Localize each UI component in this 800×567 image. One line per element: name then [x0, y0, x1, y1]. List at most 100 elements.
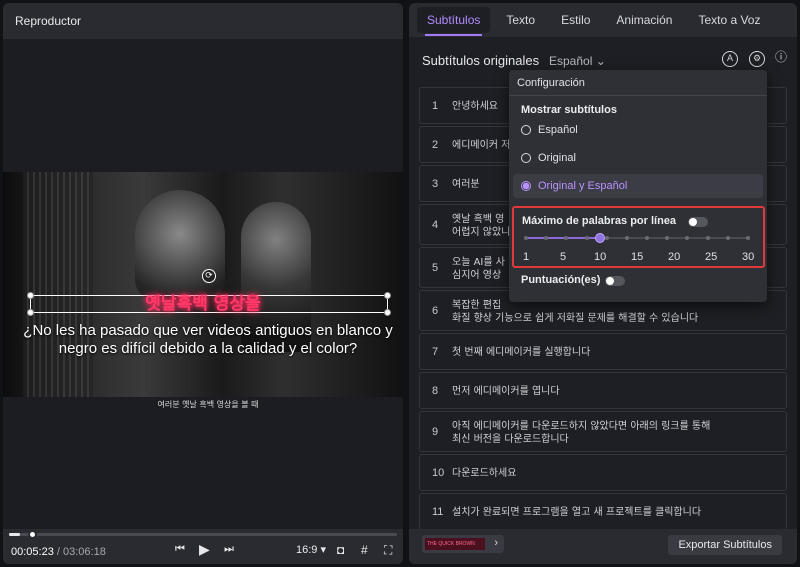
video-frame[interactable] [3, 172, 403, 397]
slider-tick [544, 236, 549, 240]
progress-fill [9, 533, 21, 536]
progress-knob[interactable] [28, 530, 38, 539]
subtitle-row-number: 4 [432, 219, 439, 231]
slider-tick-label: 20 [668, 251, 681, 263]
time-separator: / [53, 546, 63, 558]
subtitle-row[interactable]: 8 먼저 에디메이커를 엽니다 [419, 372, 787, 409]
resize-handle-top-right[interactable] [384, 292, 391, 299]
language-value: Español [549, 54, 593, 68]
progress-bar[interactable] [9, 530, 397, 539]
radio-option-original[interactable]: Original [513, 146, 763, 170]
resize-handle-bottom-left[interactable] [27, 309, 34, 316]
aspect-ratio-value: 16:9 [296, 544, 318, 556]
slider-tick-label: 30 [742, 251, 755, 263]
resize-handle-bottom-right[interactable] [384, 309, 391, 316]
max-words-label: Máximo de palabras por línea [522, 215, 677, 227]
subtitle-row-number: 2 [432, 139, 439, 151]
player-title: Reproductor [3, 3, 403, 37]
aspect-ratio-select[interactable]: 16:9 ▾ [296, 543, 326, 556]
subtitle-row-text[interactable]: 첫 번째 에디메이커를 실행합니다 [452, 346, 772, 359]
subtitle-row[interactable]: 11 설치가 완료되면 프로그램을 열고 새 프로젝트를 클릭합니다 [419, 493, 787, 530]
slider-tick [685, 236, 690, 240]
max-words-toggle[interactable] [688, 217, 708, 227]
slider-tick [725, 236, 730, 240]
subtitle-row-text[interactable]: 복잡한 편집 화질 향상 기능으로 쉽게 저화질 문제를 해결할 수 있습니다 [452, 299, 772, 325]
subtitle-row[interactable]: 9 아직 에디메이커를 다운로드하지 않았다면 아래의 링크를 통해 최신 버전을… [419, 411, 787, 452]
toggle-knob [689, 218, 697, 226]
max-words-slider[interactable] [524, 233, 750, 243]
subtitle-row-text[interactable]: 설치가 완료되면 프로그램을 열고 새 프로젝트를 클릭합니다 [452, 506, 772, 519]
radio-label: Original [538, 152, 576, 164]
radio-dot-icon [521, 153, 531, 163]
subtitle-row-number: 7 [432, 346, 439, 358]
video-window-decor [23, 172, 93, 397]
video-figure-left [135, 190, 225, 300]
subtitle-row-number: 9 [432, 426, 439, 438]
translate-icon[interactable]: A [722, 51, 738, 67]
panel-footer: THE QUICK BROWN › Exportar Subtítulos [409, 529, 797, 564]
subtitle-row-text[interactable]: 다운로드하세요 [452, 467, 772, 480]
previous-frame-icon[interactable]: ⏮ [175, 543, 185, 556]
slider-tick [524, 236, 528, 240]
show-subtitles-label: Mostrar subtítulos [521, 104, 617, 116]
settings-title: Configuración [517, 77, 585, 89]
punctuation-label: Puntuación(es) [521, 274, 601, 286]
subtitle-row-number: 5 [432, 262, 439, 274]
subtitle-style-preset[interactable]: THE QUICK BROWN › [422, 535, 504, 553]
next-frame-icon[interactable]: ⏭ [224, 543, 234, 556]
subtitle-row-number: 11 [432, 506, 444, 518]
settings-dropdown: Configuración Mostrar subtítulos Español… [509, 70, 767, 302]
radio-option-original-y-espa-ol[interactable]: Original y Español [513, 174, 763, 198]
slider-knob[interactable] [595, 233, 605, 243]
language-select[interactable]: Español ⌄ [549, 54, 606, 68]
subtitle-row-number: 6 [432, 305, 439, 317]
slider-tick-label: 15 [631, 251, 644, 263]
tab-subt-tulos[interactable]: Subtítulos [417, 7, 491, 36]
tab-animaci-n[interactable]: Animación [606, 7, 682, 33]
toggle-knob [606, 277, 614, 285]
slider-tick [584, 236, 589, 240]
settings-gear-icon[interactable]: ⚙ [749, 51, 765, 67]
radio-label: Original y Español [538, 180, 628, 192]
slider-tick [645, 236, 650, 240]
slider-tick [564, 236, 569, 240]
divider [509, 95, 767, 96]
info-icon[interactable]: ⓘ [773, 51, 789, 67]
punctuation-toggle[interactable] [605, 276, 625, 286]
slider-tick-label: 1 [523, 251, 530, 263]
resize-handle-top-left[interactable] [27, 292, 34, 299]
subtitle-row[interactable]: 7 첫 번째 에디메이커를 실행합니다 [419, 333, 787, 370]
time-display: 00:05:23 / 03:06:18 [11, 546, 106, 558]
subtitle-spanish: ¿No les ha pasado que ver videos antiguo… [23, 322, 393, 357]
export-subtitles-button[interactable]: Exportar Subtítulos [668, 535, 782, 555]
fullscreen-icon[interactable]: ⛶ [384, 543, 392, 558]
subtitle-row-text[interactable]: 먼저 에디메이커를 엽니다 [452, 385, 772, 398]
player-stage: ⟳ 옛날흑백 영상을 ¿No les ha pasado que ver vid… [3, 39, 403, 529]
tab-texto[interactable]: Texto [496, 7, 545, 33]
slider-fill [526, 237, 600, 239]
app-window: Reproductor ⟳ 옛날흑백 영상을 ¿No les ha pasado… [0, 0, 800, 567]
player-controls: 00:05:23 / 03:06:18 ⏮ ▶ ⏭ 16:9 ▾ ◘ # ⛶ [3, 529, 403, 564]
duration-time: 03:06:18 [63, 546, 106, 558]
subtitle-row[interactable]: 10 다운로드하세요 [419, 454, 787, 491]
subtitle-row-number: 10 [432, 467, 445, 479]
subtitle-row-text[interactable]: 아직 에디메이커를 다운로드하지 않았다면 아래의 링크를 통해 최신 버전을 … [452, 420, 772, 446]
chevron-right-icon: › [494, 537, 498, 549]
tab-texto-a-voz[interactable]: Texto a Voz [688, 7, 770, 33]
radio-dot-icon [521, 181, 531, 191]
video-overlay-title: 옛날흑백 영상을 [145, 294, 261, 314]
style-preview: THE QUICK BROWN [425, 538, 485, 550]
subtitle-row-number: 1 [432, 100, 439, 112]
slider-tick [705, 236, 710, 240]
tab-estilo[interactable]: Estilo [551, 7, 600, 33]
player-panel: Reproductor ⟳ 옛날흑백 영상을 ¿No les ha pasado… [3, 3, 403, 564]
slider-tick [624, 236, 629, 240]
slider-tick-label: 25 [705, 251, 718, 263]
radio-option-espa-ol[interactable]: Español [513, 118, 763, 142]
grid-icon[interactable]: # [361, 543, 368, 557]
snapshot-camera-icon[interactable]: ◘ [337, 543, 344, 557]
rotate-handle-icon[interactable]: ⟳ [202, 269, 216, 283]
play-icon[interactable]: ▶ [199, 541, 210, 558]
subtitle-row-number: 8 [432, 385, 439, 397]
current-time: 00:05:23 [11, 546, 54, 558]
